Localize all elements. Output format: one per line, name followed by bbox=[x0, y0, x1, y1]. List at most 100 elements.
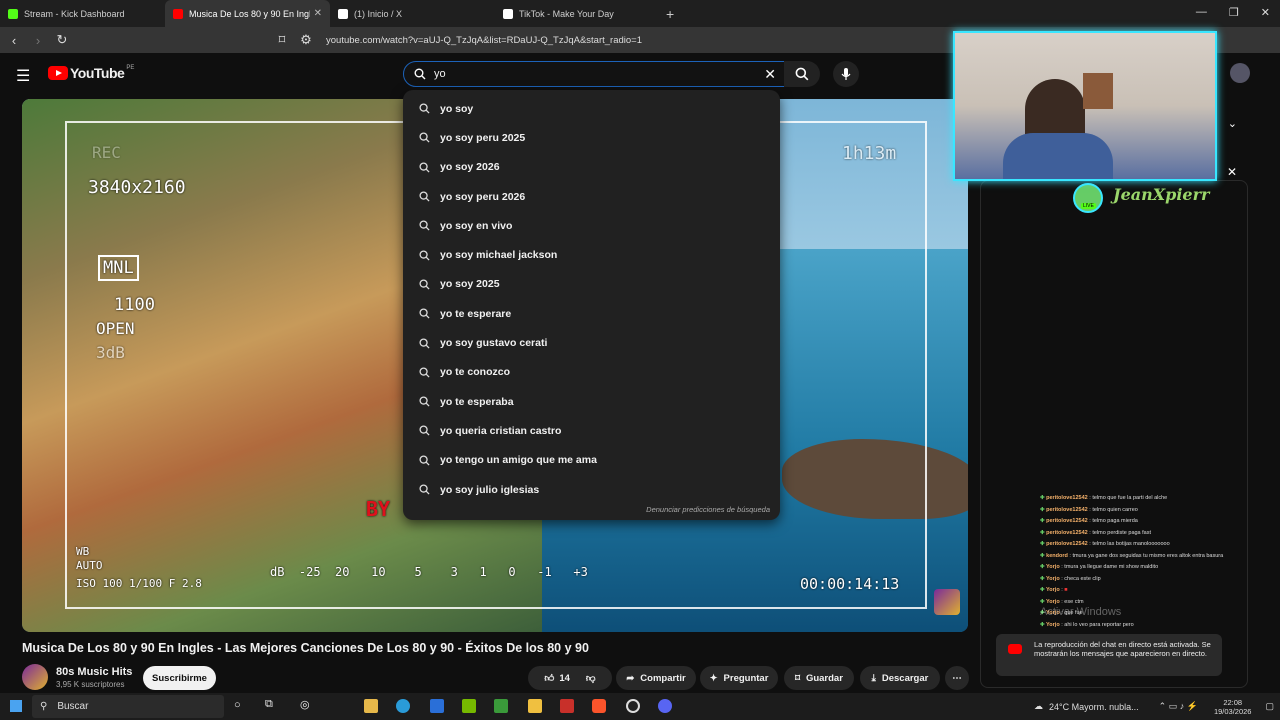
chat-text: checa este clip bbox=[1064, 575, 1101, 582]
chat-user[interactable]: peritolove12542 bbox=[1046, 541, 1088, 547]
chat-text: tmura ya llegue dame mi show maldito bbox=[1064, 564, 1159, 570]
channel-name[interactable]: 80s Music Hits bbox=[56, 666, 132, 678]
forward-icon[interactable]: › bbox=[28, 33, 48, 48]
search-icon bbox=[419, 220, 430, 231]
download-button[interactable]: ⤓ Descargar bbox=[860, 666, 940, 690]
minimize-icon[interactable]: — bbox=[1196, 6, 1207, 19]
tab-tiktok[interactable]: TikTok - Make Your Day bbox=[495, 0, 660, 27]
windows-start-icon[interactable] bbox=[10, 700, 22, 712]
nvidia-icon[interactable] bbox=[462, 699, 476, 713]
report-predictions-link[interactable]: Denunciar predicciones de búsqueda bbox=[646, 505, 770, 514]
restore-icon[interactable]: ❐ bbox=[1229, 6, 1239, 19]
microphone-icon bbox=[841, 68, 851, 80]
chat-user[interactable]: Yorjo bbox=[1046, 564, 1060, 570]
app-icon[interactable] bbox=[560, 699, 574, 713]
brave-icon[interactable] bbox=[592, 699, 606, 713]
suggestion-item[interactable]: yo soy bbox=[403, 94, 780, 123]
suggestion-item[interactable]: yo soy 2025 bbox=[403, 270, 780, 299]
youtube-play-icon bbox=[48, 66, 68, 80]
tray-icons[interactable]: ⌃ ▭ ♪ ⚡ bbox=[1159, 701, 1198, 712]
suggestion-item[interactable]: yo soy michael jackson bbox=[403, 240, 780, 269]
folder-icon[interactable] bbox=[528, 699, 542, 713]
app-icon[interactable] bbox=[494, 699, 508, 713]
chat-user[interactable]: Yorjo bbox=[1046, 587, 1060, 593]
weather-text[interactable]: 24°C Mayorm. nubla... bbox=[1049, 702, 1139, 712]
bookmark-icon: ⌑ bbox=[795, 672, 800, 684]
suggestion-item[interactable]: yo tengo un amigo que me ama bbox=[403, 446, 780, 475]
chat-message: ✚ peritolove12542 : telmo perdiste paga … bbox=[1040, 529, 1152, 536]
close-window-icon[interactable]: ✕ bbox=[1261, 6, 1270, 19]
webcam-overlay bbox=[953, 31, 1217, 181]
account-avatar[interactable] bbox=[1230, 63, 1250, 83]
streamer-name: JeanXpierr bbox=[1113, 185, 1210, 204]
chat-message: ✚ kendord : tmura ya gane dos seguidas t… bbox=[1040, 552, 1224, 559]
reload-icon[interactable]: ↻ bbox=[52, 32, 72, 48]
more-actions-button[interactable]: ⋯ bbox=[945, 666, 969, 690]
suggestion-item[interactable]: yo te esperaba bbox=[403, 387, 780, 416]
chat-user[interactable]: peritolove12542 bbox=[1046, 495, 1088, 501]
suggestion-item[interactable]: yo te conozco bbox=[403, 358, 780, 387]
bookmark-icon[interactable]: ⌑ bbox=[272, 32, 292, 48]
mail-icon[interactable] bbox=[430, 699, 444, 713]
app-icon[interactable] bbox=[364, 699, 378, 713]
chat-user[interactable]: peritolove12542 bbox=[1046, 507, 1088, 513]
site-info-icon[interactable]: ⚙ bbox=[296, 32, 316, 48]
like-button[interactable]: 👍︎ 14 bbox=[544, 672, 570, 685]
cortana-icon[interactable]: ○ bbox=[234, 699, 241, 711]
new-tab-button[interactable]: + bbox=[666, 6, 674, 22]
ask-label: Preguntar bbox=[723, 672, 769, 684]
close-chat-icon[interactable]: ✕ bbox=[1227, 165, 1237, 179]
thumbs-up-icon: 👍︎ bbox=[544, 673, 555, 684]
suggestion-item[interactable]: yo soy gustavo cerati bbox=[403, 328, 780, 357]
chat-text: telmo quien carreo bbox=[1092, 506, 1138, 513]
obs-icon[interactable] bbox=[626, 699, 640, 713]
search-button[interactable] bbox=[784, 61, 820, 87]
chat-user[interactable]: kendord bbox=[1046, 553, 1068, 559]
subscribe-button[interactable]: Suscribirme bbox=[143, 666, 216, 690]
hud-timecode: 00:00:14:13 bbox=[800, 575, 900, 593]
dislike-button[interactable]: 👎︎ bbox=[586, 672, 596, 684]
chevron-down-icon[interactable]: ⌄ bbox=[1228, 117, 1237, 130]
taskbar-search[interactable]: ⚲ Buscar bbox=[32, 695, 224, 718]
suggestion-item[interactable]: yo queria cristian castro bbox=[403, 416, 780, 445]
download-icon: ⤓ bbox=[871, 672, 876, 684]
suggestion-item[interactable]: yo te esperare bbox=[403, 299, 780, 328]
edge-icon[interactable] bbox=[396, 699, 410, 713]
tab-x[interactable]: (1) Inicio / X bbox=[330, 0, 495, 27]
suggestion-item[interactable]: yo soy en vivo bbox=[403, 211, 780, 240]
chat-user[interactable]: Yorjo bbox=[1046, 576, 1060, 582]
ask-button[interactable]: ✦ Preguntar bbox=[700, 666, 778, 690]
channel-avatar[interactable] bbox=[22, 664, 48, 690]
chat-user[interactable]: peritolove12542 bbox=[1046, 530, 1088, 536]
close-tab-icon[interactable]: ✕ bbox=[314, 8, 322, 19]
task-view-icon[interactable]: ⧉ bbox=[265, 698, 273, 711]
tab-kick[interactable]: Stream - Kick Dashboard bbox=[0, 0, 165, 27]
menu-icon[interactable]: ☰ bbox=[16, 66, 30, 86]
discord-icon[interactable] bbox=[658, 699, 672, 713]
tab-youtube[interactable]: Musica De Los 80 y 90 En Ingles ✕ bbox=[165, 0, 330, 27]
clock[interactable]: 22:08 19/03/2026 bbox=[1214, 698, 1252, 716]
chat-user[interactable]: Yorjo bbox=[1046, 599, 1060, 605]
search-input[interactable]: yo ✕ bbox=[403, 61, 785, 87]
clear-search-icon[interactable]: ✕ bbox=[764, 66, 776, 83]
suggestion-item[interactable]: yo soy julio iglesias bbox=[403, 475, 780, 504]
like-count: 14 bbox=[559, 672, 570, 684]
suggestion-text: yo soy 2025 bbox=[440, 278, 500, 291]
chat-user[interactable]: Yorjo bbox=[1046, 622, 1060, 628]
save-button[interactable]: ⌑ Guardar bbox=[784, 666, 854, 690]
suggestion-item[interactable]: yo soy peru 2026 bbox=[403, 182, 780, 211]
weather-icon: ☁ bbox=[1034, 701, 1044, 711]
chat-user[interactable]: peritolove12542 bbox=[1046, 518, 1088, 524]
suggestion-item[interactable]: yo soy peru 2025 bbox=[403, 123, 780, 152]
suggestion-text: yo te esperare bbox=[440, 307, 512, 320]
youtube-logo[interactable]: YouTube PE bbox=[48, 65, 134, 81]
suggestion-item[interactable]: yo soy 2026 bbox=[403, 153, 780, 182]
voice-search-button[interactable] bbox=[833, 61, 859, 87]
share-button[interactable]: ➦ Compartir bbox=[616, 666, 696, 690]
app-icon[interactable]: ◎ bbox=[300, 698, 310, 711]
chat-message: ✚ Yorjo : ■ bbox=[1040, 587, 1068, 593]
chat-text: tmura ya gane dos seguidas tu mismo eres… bbox=[1072, 552, 1224, 559]
url-field[interactable]: youtube.com/watch?v=aUJ-Q_TzJqA&list=RDa… bbox=[326, 35, 642, 46]
back-icon[interactable]: ‹ bbox=[4, 33, 24, 48]
notification-icon[interactable]: ▢ bbox=[1265, 701, 1274, 712]
